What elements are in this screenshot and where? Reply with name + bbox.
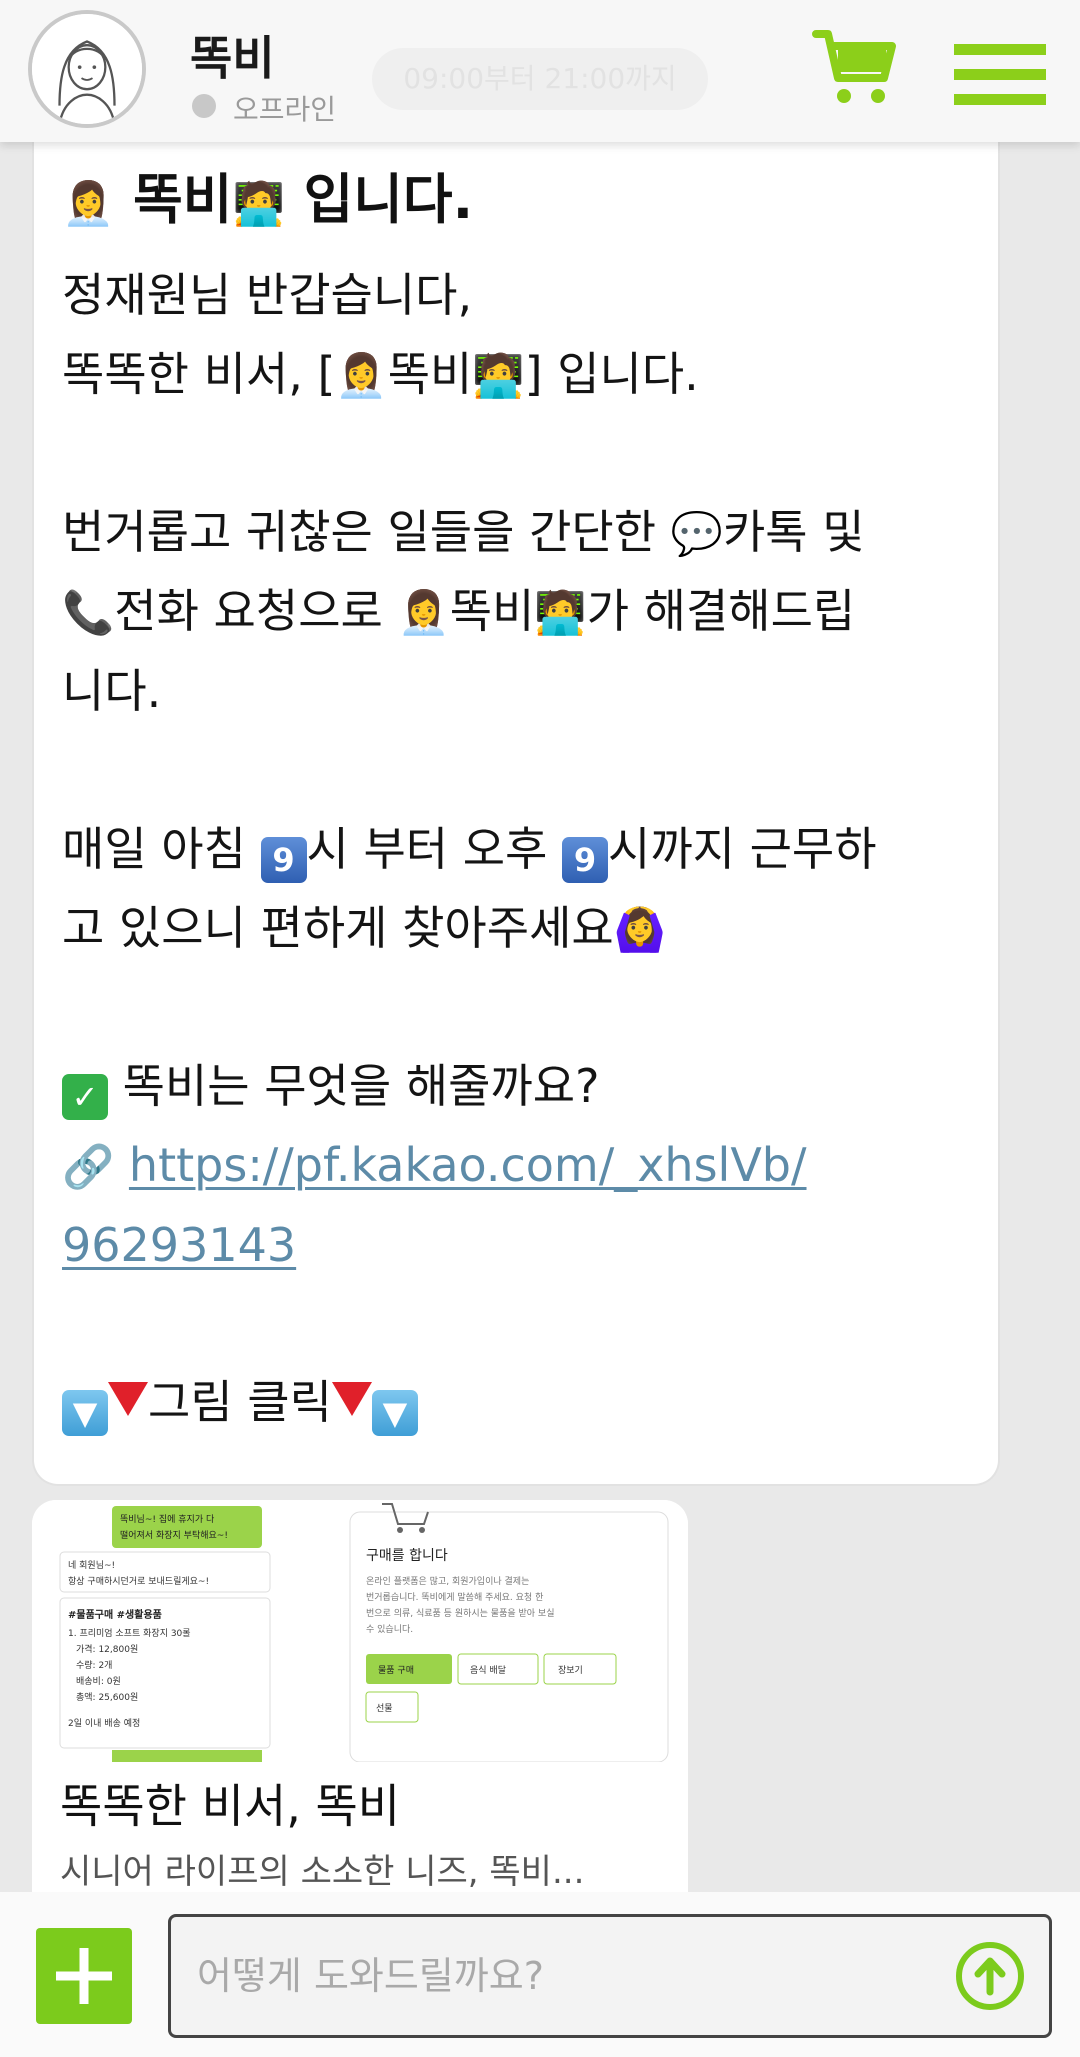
send-button[interactable] xyxy=(954,1940,1026,2012)
bot-avatar[interactable] xyxy=(28,10,146,128)
preview-purchase-body-3: 번으로 의류, 식료품 등 원하시는 물품을 받아 보실 xyxy=(366,1608,555,1619)
speech-bubble-icon: 💬 xyxy=(670,508,723,558)
technologist-emoji: 🧑‍💻 xyxy=(534,588,587,638)
preview-btn-gift: 선물 xyxy=(376,1703,393,1714)
preview-order-qty: 수량: 2개 xyxy=(76,1659,112,1671)
message-input[interactable] xyxy=(168,1914,1052,2038)
menu-icon-bar xyxy=(954,94,1046,105)
preview-reply-1: 네 회원님~! xyxy=(68,1560,115,1571)
message-title: 👩‍💼 똑비🧑‍💻 입니다. xyxy=(62,158,970,242)
preview-btn-food: 음식 배달 xyxy=(470,1664,506,1676)
preview-purchase-title: 구매를 합니다 xyxy=(366,1548,448,1564)
red-triangle-down-icon xyxy=(331,1382,372,1417)
menu-icon-bar xyxy=(954,69,1046,80)
service-line-2: 📞전화 요청으로 👩‍💼똑비🧑‍💻가 해결해드립 xyxy=(62,572,970,652)
link-preview-card[interactable]: 똑비님~! 집에 휴지가 다 떨어져서 화장지 부탁해요~! 네 회원님~! 항… xyxy=(32,1500,688,1892)
preview-order-total: 총액: 25,600원 xyxy=(76,1691,138,1703)
cart-icon xyxy=(812,30,896,103)
link-icon: 🔗 xyxy=(62,1142,115,1192)
service-line-2-name: 똑비 xyxy=(449,584,535,639)
keycap-nine-icon: 9 xyxy=(562,836,608,883)
card-title: 똑똑한 비서, 똑비 xyxy=(60,1779,401,1833)
phone-icon: 📞 xyxy=(62,588,115,638)
preview-order-item: 1. 프리미엄 소프트 화장지 30롤 xyxy=(68,1627,191,1639)
avatar-illustration-icon xyxy=(32,14,142,124)
click-text: 그림 클릭 xyxy=(148,1375,332,1430)
hours-line-2: 고 있으니 편하게 찾아주세요🙆‍♀️ xyxy=(62,889,970,969)
red-triangle-down-icon xyxy=(108,1382,148,1417)
technologist-emoji: 🧑‍💻 xyxy=(232,179,285,228)
link-line-1: 🔗 https://pf.kakao.com/_xhslVb/ xyxy=(62,1126,970,1206)
hours-line-1-a: 매일 아침 xyxy=(62,821,261,876)
click-instruction: ▼ 그림 클릭 ▼ xyxy=(62,1363,970,1443)
preview-bubble-1: 똑비님~! 집에 휴지가 다 xyxy=(120,1513,215,1525)
kakao-link[interactable]: https://pf.kakao.com/_xhslVb/ xyxy=(129,1138,807,1192)
cart-button[interactable] xyxy=(812,26,898,108)
keycap-nine-icon: 9 xyxy=(260,836,307,883)
hours-line-1-c: 시까지 근무하 xyxy=(608,821,877,876)
hours-pill: 09:00부터 21:00까지 xyxy=(372,48,708,110)
woman-office-worker-emoji: 👩‍💼 xyxy=(397,588,450,638)
technologist-emoji: 🧑‍💻 xyxy=(472,351,525,401)
title-name: 똑비 xyxy=(114,168,233,231)
status-dot xyxy=(192,94,216,118)
menu-icon xyxy=(954,44,1046,55)
preview-btn-shop: 장보기 xyxy=(558,1665,583,1676)
person-gesturing-ok-emoji: 🙆‍♀️ xyxy=(613,905,667,955)
down-arrow-box-icon: ▼ xyxy=(371,1390,418,1437)
greeting-line-2-post: ] 입니다. xyxy=(524,347,699,402)
preview-purchase-body-2: 번거롭습니다. 똑비에게 말씀해 주세요. 요청 한 xyxy=(366,1591,543,1603)
bot-name: 똑비 xyxy=(190,31,275,85)
greeting-line-2-pre: 똑똑한 비서, [ xyxy=(62,347,336,402)
preview-bubble-1b: 떨어져서 화장지 부탁해요~! xyxy=(120,1529,228,1541)
chat-header: 똑비 오프라인 09:00부터 21:00까지 xyxy=(0,0,1080,142)
plus-button[interactable] xyxy=(36,1928,132,2024)
message-input-bar xyxy=(0,1892,1080,2057)
service-line-1-kakao: 카톡 및 xyxy=(722,504,865,559)
hours-line-1-b: 시 부터 오후 xyxy=(306,821,562,876)
preview-btn-buy: 물품 구매 xyxy=(378,1665,414,1676)
preview-order-price: 가격: 12,800원 xyxy=(76,1643,138,1655)
link-line-2: 96293143 xyxy=(62,1206,970,1286)
greeting-name: 똑비 xyxy=(387,347,473,402)
down-arrow-box-icon: ▼ xyxy=(62,1390,108,1437)
status-text: 오프라인 xyxy=(233,93,337,126)
send-arrow-icon xyxy=(956,1942,1024,2010)
hours-line-1: 매일 아침 9시 부터 오후 9 시까지 근무하 xyxy=(62,810,970,890)
what-title: ✓ 똑비는 무엇을 해줄까요? xyxy=(62,1047,970,1127)
woman-office-worker-emoji: 👩‍💼 xyxy=(335,351,388,401)
preview-purchase-body-1: 온라인 플랫폼은 많고, 회원가입이나 결제는 xyxy=(366,1575,529,1587)
service-line-2-call: 전화 요청으로 xyxy=(114,584,398,639)
service-line-1: 번거롭고 귀찮은 일들을 간단한 💬카톡 및 xyxy=(62,493,970,573)
greeting-line-2: 똑똑한 비서, [👩‍💼똑비🧑‍💻] 입니다. xyxy=(62,335,970,415)
kakao-link-continued[interactable]: 96293143 xyxy=(62,1218,296,1272)
check-mark-icon: ✓ xyxy=(62,1073,108,1120)
service-line-1-text: 번거롭고 귀찮은 일들을 간단한 xyxy=(62,504,671,559)
greeting-line-1: 정재원님 반갑습니다, xyxy=(62,267,473,322)
menu-button[interactable] xyxy=(954,44,1046,108)
preview-order-eta: 2일 이내 배송 예정 xyxy=(68,1718,140,1729)
preview-purchase-body-4: 수 있습니다. xyxy=(366,1623,413,1635)
bot-message-bubble: 👩‍💼 똑비🧑‍💻 입니다. 정재원님 반갑습니다, 똑똑한 비서, [👩‍💼똑… xyxy=(32,138,1000,1486)
card-preview-illustration: 똑비님~! 집에 휴지가 다 떨어져서 화장지 부탁해요~! 네 회원님~! 항… xyxy=(59,1503,669,1763)
preview-order-tags: #물품구매 #생활용품 xyxy=(68,1608,162,1621)
service-line-2-post: 가 해결해드립 xyxy=(586,584,856,639)
card-preview-image[interactable]: 똑비님~! 집에 휴지가 다 떨어져서 화장지 부탁해요~! 네 회원님~! 항… xyxy=(32,1500,688,1763)
preview-order-ship: 배송비: 0원 xyxy=(76,1676,121,1687)
card-description: 시니어 라이프의 소소한 니즈, 똑비... xyxy=(60,1852,585,1892)
woman-office-worker-emoji: 👩‍💼 xyxy=(62,179,115,228)
preview-reply-1b: 항상 구매하시던거로 보내드릴게요~! xyxy=(68,1576,209,1587)
what-title-text: 똑비는 무엇을 해줄까요? xyxy=(108,1058,600,1113)
service-line-3: 니다. xyxy=(62,664,162,718)
title-suffix: 입니다. xyxy=(284,168,474,231)
hours-line-2-text: 고 있으니 편하게 찾아주세요 xyxy=(62,901,614,956)
